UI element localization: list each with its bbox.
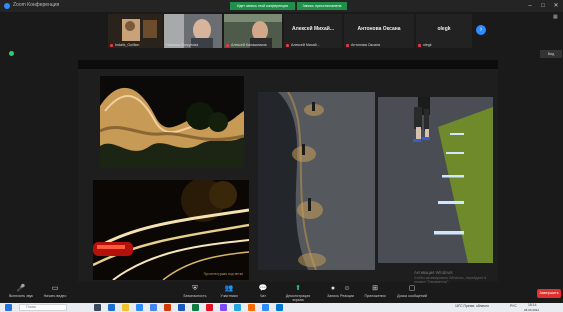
app-icon[interactable] [248,304,255,311]
window-title: Zoom Конференция [13,2,60,8]
app-icon[interactable] [276,304,283,311]
apps-label: Приложения [364,294,386,298]
view-button[interactable]: Вид [540,50,562,58]
participant-tile[interactable]: Наталья Лоскутова [164,14,222,48]
telegram-icon[interactable] [234,304,241,311]
photo-wave-pavilion [100,76,244,168]
powerpoint-icon[interactable] [164,304,171,311]
participants-button[interactable]: 👥 Участники [212,284,246,302]
clock-date: 28.09.2022 [524,307,540,312]
activation-title: Активация Windows [414,270,453,275]
whiteboard-label: Доска сообщений [397,294,427,298]
excel-icon[interactable] [192,304,199,311]
taskbar-search-input[interactable]: Поиск [19,304,67,311]
security-label: Безопасность [183,294,207,298]
photo-caption: Архитектурная подсветка [203,272,243,276]
apps-button[interactable]: ⊞ Приложения [358,284,392,302]
start-video-button[interactable]: ▭ Начать видео [38,284,72,302]
reactions-icon: ☺ [343,285,351,292]
participant-tile[interactable]: Алексей Калашников [224,14,282,48]
participant-name: Indalix_Guillion [115,43,140,47]
participant-display-name: Антонова Оксана [357,26,401,32]
slide-topbar [78,60,498,69]
explorer-icon[interactable] [122,304,129,311]
shared-screen: Архитектурная подсветка Активация Window… [78,60,498,284]
zoom-taskbar-icon[interactable] [136,304,143,311]
participant-tile[interactable]: Indalix_Guillion [108,14,163,48]
photo-runner-path [378,97,493,263]
recording-paused-banner: Запись приостановлена [297,2,347,10]
participants-icon: 👥 [224,285,234,292]
participants-label: Участники [220,294,238,298]
end-meeting-button[interactable]: Завершить [537,289,561,298]
word-icon[interactable] [178,304,185,311]
close-icon[interactable]: ✕ [550,1,562,11]
participant-tile[interactable]: Алексей Михай... Алексей Михай... [284,14,342,48]
meeting-toolbar: 🎤 Включить звук ▭ Начать видео ⛨ Безопас… [0,283,563,303]
recording-banner: Идет запись этой конференции [230,2,295,10]
security-button[interactable]: ⛨ Безопасность [178,284,212,302]
participant-name: Алексей Михай... [291,43,320,47]
participant-name: Алексей Калашников [231,43,267,47]
weather-indicator[interactable]: 18°C Преим. облачно [455,304,489,308]
edge-icon[interactable] [108,304,115,311]
participant-tile[interactable]: Антонова Оксана Антонова Оксана [344,14,414,48]
participant-strip: Indalix_Guillion Наталья Лоскутова Алекс… [0,12,563,50]
mic-muted-icon [286,44,289,47]
security-status-icon[interactable] [9,51,14,56]
photo-glowing-road: Архитектурная подсветка [93,180,249,280]
participant-display-name: Алексей Михай... [291,26,334,32]
mic-muted-icon [110,44,113,47]
windows-taskbar: Поиск 18°C Преим. облачно РУС 18:14 28.0… [0,303,563,312]
apps-icon: ⊞ [372,285,378,292]
share-screen-button[interactable]: ⬆ Демонстрация экрана [280,284,316,302]
zoom-app-icon [4,3,10,9]
chat-label: Чат [260,294,266,298]
shield-icon: ⛨ [192,285,198,292]
mic-muted-icon [418,44,421,47]
whiteboard-icon: ▢ [408,285,416,292]
participant-name: olegk [423,43,432,47]
chrome-icon[interactable] [150,304,157,311]
participant-name: Антонова Оксана [351,43,381,47]
mic-icon: 🎤 [16,285,26,292]
share-screen-icon: ⬆ [295,285,301,292]
whiteboard-button[interactable]: ▢ Доска сообщений [392,284,432,302]
chat-button[interactable]: 💬 Чат [246,284,280,302]
video-icon: ▭ [51,285,59,292]
photo-bollard-path [258,92,375,270]
task-view-icon[interactable] [94,304,101,311]
maximize-icon[interactable]: □ [537,1,549,11]
share-screen-label: Демонстрация экрана [285,294,311,302]
mic-muted-icon [226,44,229,47]
participant-name: Наталья Лоскутова [166,43,199,47]
clock-time[interactable]: 18:14 [528,303,537,307]
app-icon[interactable] [220,304,227,311]
yandex-icon[interactable] [206,304,213,311]
grid-view-icon[interactable]: ▦ [553,14,558,20]
mute-label: Включить звук [9,294,33,298]
title-bar: Zoom Конференция Идет запись этой конфер… [0,0,563,12]
participant-display-name: olegk [437,26,451,32]
language-indicator[interactable]: РУС [510,304,517,308]
chat-icon: 💬 [258,285,268,292]
video-label: Начать видео [43,294,67,298]
strip-next-button[interactable]: › [476,25,486,35]
zoom-taskbar-icon[interactable] [262,304,269,311]
minimize-icon[interactable]: – [524,1,536,11]
reactions-label: Реакции [340,294,354,298]
participant-tile[interactable]: olegk olegk [416,14,472,48]
mute-button[interactable]: 🎤 Включить звук [4,284,38,302]
mic-muted-icon [346,44,349,47]
start-icon[interactable] [5,304,12,311]
